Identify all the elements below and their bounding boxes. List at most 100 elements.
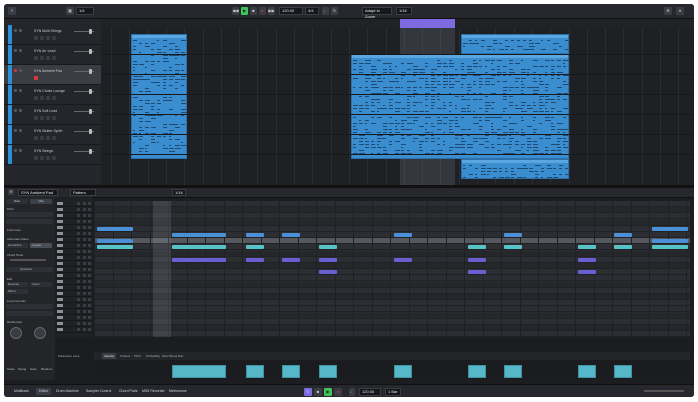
midi-note[interactable] — [578, 258, 596, 262]
midi-note[interactable] — [319, 270, 337, 274]
editor-mode-select[interactable]: Pattern — [70, 189, 96, 196]
tab-sampler-control[interactable]: Sampler Control — [86, 388, 111, 395]
inspector-tab-note[interactable]: Note — [6, 199, 28, 204]
record-icon[interactable]: ● — [259, 7, 266, 15]
mirror-button[interactable]: Mirror — [6, 289, 28, 294]
velocity-bar[interactable] — [172, 365, 226, 378]
track-header[interactable]: SYN Multi Strings — [4, 25, 101, 45]
pitch-control[interactable] — [6, 212, 53, 217]
play-icon[interactable]: ▶ — [241, 7, 248, 15]
arrangement-lanes[interactable] — [101, 28, 694, 185]
grid-icon[interactable]: ▦ — [66, 7, 74, 15]
midi-note[interactable] — [578, 245, 596, 249]
quantize-button[interactable]: Quantize — [6, 267, 53, 272]
midi-note[interactable] — [282, 258, 300, 262]
tab-velocity[interactable]: Velocity — [102, 353, 117, 359]
piano-key-row[interactable] — [55, 327, 93, 333]
volume-slider[interactable] — [89, 69, 92, 74]
loop-control[interactable] — [6, 311, 53, 316]
reverse-button[interactable]: Reverse — [6, 282, 28, 287]
bottom-beat-field[interactable]: 1 Bar — [385, 388, 401, 396]
midi-note[interactable] — [97, 227, 133, 231]
midi-note[interactable] — [614, 245, 632, 249]
tab-pitch[interactable]: Pitch — [132, 353, 143, 359]
volume-slider[interactable] — [89, 49, 92, 54]
midi-note[interactable] — [504, 233, 522, 237]
invert-button[interactable]: Invert — [30, 282, 52, 287]
midi-note[interactable] — [319, 245, 337, 249]
metronome-icon[interactable]: ♩ — [349, 388, 355, 396]
volume-slider[interactable] — [89, 129, 92, 134]
velocity-bar[interactable] — [468, 365, 486, 378]
tab-multitrack[interactable]: Multitrack — [14, 388, 29, 395]
legato-button[interactable]: Legato — [30, 243, 52, 248]
position-field[interactable]: 120.00 — [279, 7, 303, 15]
midi-note[interactable] — [652, 239, 688, 243]
loop-icon[interactable]: ↻ — [331, 7, 338, 15]
tab-midi-recorder[interactable]: MIDI Recorder — [142, 388, 165, 395]
midi-note[interactable] — [614, 233, 632, 237]
volume-slider[interactable] — [89, 149, 92, 154]
metronome-icon[interactable]: ♩ — [322, 7, 329, 15]
velocity-bar[interactable] — [394, 365, 412, 378]
track-header[interactable]: SYN Strings — [4, 145, 101, 165]
note-grid[interactable] — [94, 201, 690, 337]
midi-note[interactable] — [172, 258, 226, 262]
stop-icon[interactable]: ■ — [314, 388, 322, 396]
tab-metronome[interactable]: Metronome — [169, 388, 187, 395]
midi-note[interactable] — [652, 245, 688, 249]
volume-slider[interactable] — [89, 89, 92, 94]
velocity-bar[interactable] — [319, 365, 337, 378]
velocity-bar[interactable] — [504, 365, 522, 378]
midi-note[interactable] — [282, 233, 300, 237]
clip[interactable] — [461, 159, 569, 179]
midi-note[interactable] — [97, 245, 133, 249]
velocity-bar[interactable] — [614, 365, 632, 378]
bottom-bpm-field[interactable]: 120.00 — [359, 388, 381, 396]
track-header-selected[interactable]: SYN Ambient Pad — [4, 65, 101, 85]
pitch-control[interactable] — [6, 219, 53, 224]
time-signature-field[interactable]: 4/4 — [305, 7, 319, 15]
track-header[interactable]: SYN Arr Lead — [4, 45, 101, 65]
snap-mode-field[interactable]: Adapt to Zoom — [362, 7, 392, 19]
midi-note[interactable] — [504, 245, 522, 249]
grid-value-field[interactable]: 1/16 — [396, 7, 412, 15]
midi-note[interactable] — [97, 239, 133, 243]
quantize-select[interactable]: 1/16 — [172, 189, 186, 196]
menu-icon[interactable]: ≡ — [8, 7, 16, 15]
midi-note[interactable] — [468, 258, 486, 262]
volume-slider[interactable] — [89, 29, 92, 34]
clip[interactable] — [461, 34, 569, 54]
slider[interactable] — [10, 259, 46, 261]
knob[interactable] — [10, 327, 22, 339]
inspector-tab-clip[interactable]: Clip — [30, 199, 52, 204]
chevron-down-icon[interactable]: ▾ — [676, 7, 684, 15]
editor-track-name[interactable]: SYN Ambient Pad — [18, 189, 58, 196]
midi-note[interactable] — [246, 258, 264, 262]
midi-note[interactable] — [468, 270, 486, 274]
tab-chord-pads[interactable]: Chord Pads — [119, 388, 137, 395]
tab-chance[interactable]: Chance — [118, 353, 132, 359]
loop-region[interactable] — [400, 19, 455, 28]
close-icon[interactable]: ✕ — [8, 189, 14, 195]
tab-editor[interactable]: Editor — [36, 388, 52, 395]
zoom-slider[interactable] — [644, 390, 684, 392]
piano-keys[interactable] — [55, 197, 93, 337]
midi-note[interactable] — [172, 233, 226, 237]
zoom-field[interactable]: 1/4 — [76, 7, 94, 15]
play-icon[interactable]: ▶ — [324, 388, 332, 396]
velocity-bar[interactable] — [282, 365, 300, 378]
record-icon[interactable]: ● — [334, 388, 342, 396]
track-header[interactable]: SYN Soft Lead — [4, 105, 101, 125]
midi-note[interactable] — [246, 233, 264, 237]
velocity-bar[interactable] — [578, 365, 596, 378]
midi-note[interactable] — [468, 245, 486, 249]
tab-pan[interactable]: Pan — [176, 353, 185, 359]
humanize-button[interactable]: Humanize — [6, 243, 28, 248]
tab-drum-machine[interactable]: Drum Machine — [56, 388, 79, 395]
track-header[interactable]: SYN Stutter Synth — [4, 125, 101, 145]
stop-icon[interactable]: ■ — [250, 7, 257, 15]
midi-note[interactable] — [246, 245, 264, 249]
midi-note[interactable] — [394, 233, 412, 237]
loop-icon[interactable]: ↻ — [304, 388, 312, 396]
